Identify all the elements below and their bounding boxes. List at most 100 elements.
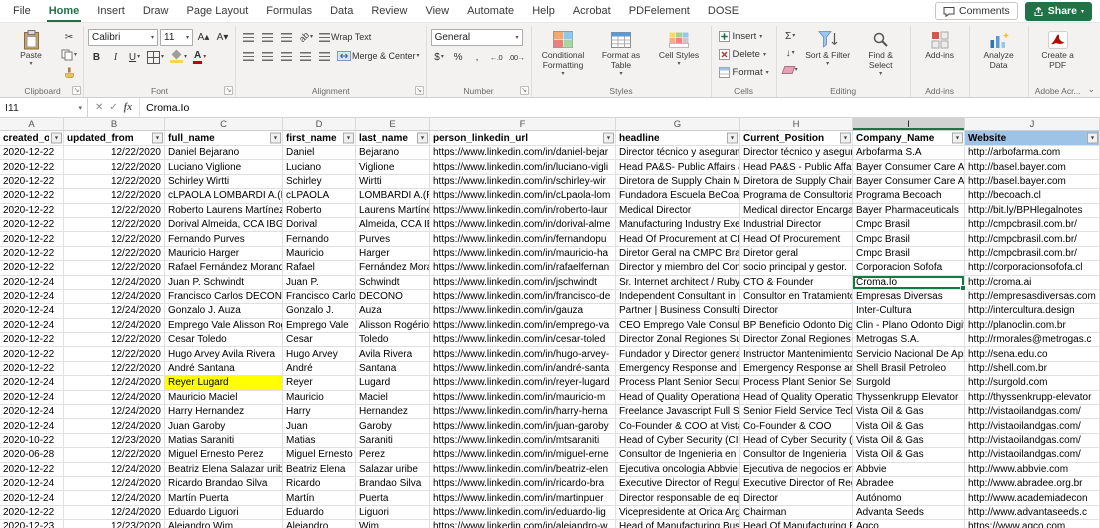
cell-D23[interactable]: Miguel Ernesto bbox=[283, 448, 356, 463]
cell-A13[interactable]: 2020-12-24 bbox=[0, 304, 64, 319]
cell-J16[interactable]: http://sena.edu.co bbox=[965, 347, 1100, 362]
cell-C14[interactable]: Emprego Vale Alisson Rogério bbox=[165, 318, 283, 334]
cell-B20[interactable]: 12/24/2020 bbox=[64, 405, 165, 420]
filter-dropdown-icon-created_on[interactable]: ▼ bbox=[51, 132, 62, 144]
cell-A24[interactable]: 2020-12-22 bbox=[0, 462, 64, 477]
percent-format-button[interactable]: % bbox=[450, 49, 467, 65]
cell-B14[interactable]: 12/24/2020 bbox=[64, 318, 165, 334]
cell-G15[interactable]: Director Zonal Regiones Sur bbox=[616, 333, 740, 348]
cell-B17[interactable]: 12/22/2020 bbox=[64, 361, 165, 377]
cell-F8[interactable]: https://www.linkedin.com/in/fernandopu bbox=[430, 232, 616, 247]
cell-D20[interactable]: Harry bbox=[283, 405, 356, 420]
tab-formulas[interactable]: Formulas bbox=[257, 0, 321, 22]
cell-G23[interactable]: Consultor de Ingenieria en V bbox=[616, 448, 740, 463]
cell-D11[interactable]: Juan P. bbox=[283, 275, 356, 290]
align-center-button[interactable] bbox=[259, 48, 276, 64]
cell-E10[interactable]: Fernández Morandé bbox=[356, 261, 430, 276]
cell-G24[interactable]: Ejecutiva oncologia Abbvie ( bbox=[616, 462, 740, 477]
cell-G14[interactable]: CEO Emprego Vale Consulto bbox=[616, 318, 740, 334]
cell-G20[interactable]: Freelance Javascript Full Sta bbox=[616, 405, 740, 420]
number-format-select[interactable]: General ▾ bbox=[430, 29, 523, 46]
cell-G22[interactable]: Head of Cyber Security (CIS) bbox=[616, 433, 740, 449]
cell-D22[interactable]: Matias bbox=[283, 433, 356, 449]
decrease-indent-button[interactable] bbox=[297, 48, 314, 64]
cell-G27[interactable]: Vicepresidente at Orica Arge bbox=[616, 505, 740, 521]
cell-A14[interactable]: 2020-12-24 bbox=[0, 318, 64, 334]
font-color-button[interactable]: A ▾ bbox=[191, 49, 208, 65]
increase-font-size-button[interactable]: A▴ bbox=[195, 30, 212, 46]
cell-B7[interactable]: 12/22/2020 bbox=[64, 217, 165, 233]
cell-G16[interactable]: Fundador y Director general bbox=[616, 347, 740, 362]
filter-dropdown-icon-Current_Position[interactable]: ▼ bbox=[840, 132, 851, 144]
cell-B13[interactable]: 12/24/2020 bbox=[64, 304, 165, 319]
cell-C28[interactable]: Alejandro Wim bbox=[165, 520, 283, 528]
cell-C16[interactable]: Hugo Arvey Avila Rivera bbox=[165, 347, 283, 362]
cell-J11[interactable]: http://croma.ai bbox=[965, 275, 1100, 290]
tab-data[interactable]: Data bbox=[321, 0, 362, 22]
cell-I22[interactable]: Vista Oil & Gas bbox=[853, 433, 965, 449]
cell-A17[interactable]: 2020-12-22 bbox=[0, 361, 64, 377]
tab-home[interactable]: Home bbox=[40, 0, 89, 22]
font-size-select[interactable]: 11 ▾ bbox=[160, 29, 194, 46]
cell-B2[interactable]: 12/22/2020 bbox=[64, 146, 165, 161]
cell-G6[interactable]: Medical Director bbox=[616, 203, 740, 218]
confirm-entry-icon[interactable]: ✓ bbox=[109, 102, 117, 113]
cell-E19[interactable]: Maciel bbox=[356, 390, 430, 406]
cell-I21[interactable]: Vista Oil & Gas bbox=[853, 419, 965, 434]
cell-H26[interactable]: Director bbox=[740, 491, 853, 506]
cell-F14[interactable]: https://www.linkedin.com/in/emprego-va bbox=[430, 318, 616, 334]
cell-D21[interactable]: Juan bbox=[283, 419, 356, 434]
cell-J13[interactable]: http://intercultura.design bbox=[965, 304, 1100, 319]
tab-draw[interactable]: Draw bbox=[134, 0, 178, 22]
cell-E8[interactable]: Purves bbox=[356, 232, 430, 247]
cell-C8[interactable]: Fernando Purves bbox=[165, 232, 283, 247]
cell-I9[interactable]: Cmpc Brasil bbox=[853, 246, 965, 262]
cell-C26[interactable]: Martín Puerta bbox=[165, 491, 283, 506]
cell-E6[interactable]: Laurens Martínez bbox=[356, 203, 430, 218]
cell-F21[interactable]: https://www.linkedin.com/in/juan-garoby bbox=[430, 419, 616, 434]
cell-C5[interactable]: cLPAOLA LOMBARDI A.(PCC,Pr bbox=[165, 189, 283, 204]
formula-input[interactable]: Croma.Io bbox=[140, 98, 1100, 117]
wrap-text-button[interactable]: Wrap Text bbox=[317, 29, 373, 45]
cell-D9[interactable]: Mauricio bbox=[283, 246, 356, 262]
cell-F10[interactable]: https://www.linkedin.com/in/rafaelfernan bbox=[430, 261, 616, 276]
cell-A25[interactable]: 2020-12-24 bbox=[0, 476, 64, 492]
cell-D13[interactable]: Gonzalo J. bbox=[283, 304, 356, 319]
currency-format-button[interactable]: $ ▾ bbox=[431, 49, 448, 65]
cell-I20[interactable]: Vista Oil & Gas bbox=[853, 405, 965, 420]
cell-D8[interactable]: Fernando bbox=[283, 232, 356, 247]
cell-A7[interactable]: 2020-12-22 bbox=[0, 217, 64, 233]
cell-F5[interactable]: https://www.linkedin.com/in/cLpaola-lom bbox=[430, 189, 616, 204]
cell-F26[interactable]: https://www.linkedin.com/in/martinpuer bbox=[430, 491, 616, 506]
cell-C21[interactable]: Juan Garoby bbox=[165, 419, 283, 434]
cut-button[interactable]: ✂ bbox=[59, 29, 79, 45]
cell-J17[interactable]: http://shell.com.br bbox=[965, 361, 1100, 377]
cell-E3[interactable]: Viglione bbox=[356, 160, 430, 175]
align-bottom-button[interactable] bbox=[278, 29, 295, 45]
cell-E12[interactable]: DECONO bbox=[356, 289, 430, 305]
cell-A8[interactable]: 2020-12-22 bbox=[0, 232, 64, 247]
header-cell-headline[interactable]: headline ▼ bbox=[616, 131, 740, 146]
cell-G8[interactable]: Head Of Procurement at CM bbox=[616, 232, 740, 247]
cell-E4[interactable]: Wirtti bbox=[356, 174, 430, 190]
cell-E27[interactable]: Liguori bbox=[356, 505, 430, 521]
cell-C12[interactable]: Francisco Carlos DECONO bbox=[165, 289, 283, 305]
cell-B19[interactable]: 12/24/2020 bbox=[64, 390, 165, 406]
orientation-button[interactable]: ab ▾ bbox=[297, 29, 315, 45]
cell-H21[interactable]: Co-Founder & COO bbox=[740, 419, 853, 434]
comma-format-button[interactable]: , bbox=[469, 49, 486, 65]
cell-D5[interactable]: cLPAOLA bbox=[283, 189, 356, 204]
cell-C2[interactable]: Daniel Bejarano bbox=[165, 146, 283, 161]
cell-G11[interactable]: Sr. Internet architect / Ruby bbox=[616, 275, 740, 290]
cell-B15[interactable]: 12/22/2020 bbox=[64, 333, 165, 348]
cell-E7[interactable]: Almeida, CCA IBGC bbox=[356, 217, 430, 233]
header-cell-person_linkedin_url[interactable]: person_linkedin_url ▼ bbox=[430, 131, 616, 146]
filter-dropdown-icon-headline[interactable]: ▼ bbox=[727, 132, 738, 144]
cell-A11[interactable]: 2020-12-24 bbox=[0, 275, 64, 290]
cell-I13[interactable]: Inter-Cultura bbox=[853, 304, 965, 319]
cell-I14[interactable]: Clin - Plano Odonto Digit bbox=[853, 318, 965, 334]
cell-C17[interactable]: André Santana bbox=[165, 361, 283, 377]
cell-I5[interactable]: Programa Becoach bbox=[853, 189, 965, 204]
cell-F19[interactable]: https://www.linkedin.com/in/mauricio-m bbox=[430, 390, 616, 406]
cell-G18[interactable]: Process Plant Senior Security bbox=[616, 376, 740, 391]
